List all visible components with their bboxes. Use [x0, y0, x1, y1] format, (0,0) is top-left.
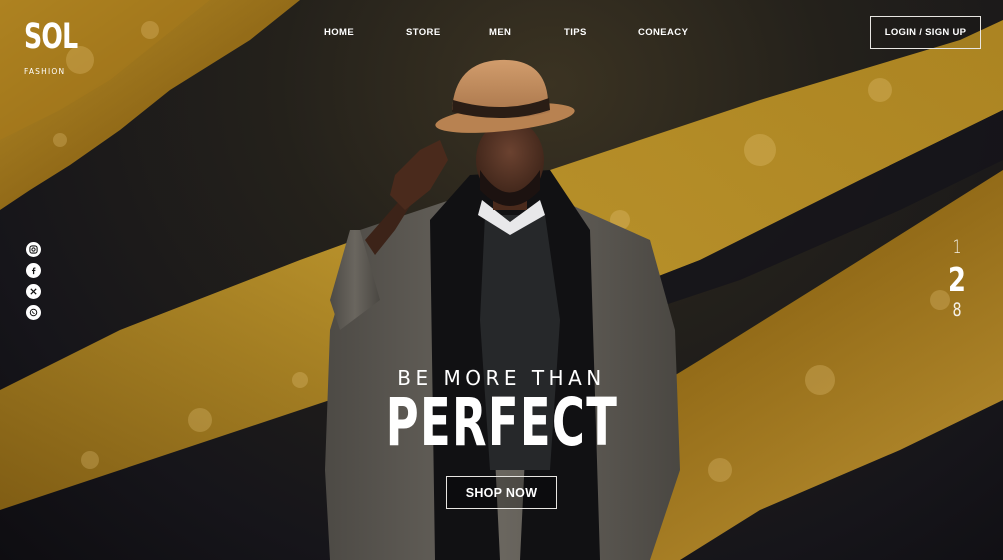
x-icon[interactable]: [26, 284, 41, 299]
nav-store-link[interactable]: STORE: [406, 27, 441, 38]
instagram-icon[interactable]: [26, 242, 41, 257]
facebook-icon[interactable]: [26, 263, 41, 278]
whatsapp-icon[interactable]: [26, 305, 41, 320]
login-signup-button[interactable]: LOGIN / SIGN UP: [870, 16, 981, 49]
slide-page-2-active[interactable]: 2: [947, 263, 967, 296]
brand-tagline: FASHION: [24, 67, 66, 76]
slide-page-1[interactable]: 1: [947, 238, 967, 257]
slide-page-3[interactable]: 8: [947, 301, 967, 320]
hero-section: SOL FASHION HOME STORE MEN TIPS CONEACY …: [0, 0, 1003, 560]
shop-now-button[interactable]: SHOP NOW: [446, 476, 557, 509]
nav-home-link[interactable]: HOME: [324, 27, 354, 38]
hero-headline-text: PERFECT: [385, 384, 618, 461]
main-nav: HOME STORE MEN TIPS CONEACY: [0, 27, 1003, 41]
nav-men-link[interactable]: MEN: [489, 27, 511, 38]
social-links: [26, 242, 42, 326]
nav-tips-link[interactable]: TIPS: [564, 27, 587, 38]
hero-headline: PERFECT: [0, 384, 1003, 461]
slide-pager: 1 2 8: [944, 238, 970, 320]
nav-contact-link[interactable]: CONEACY: [638, 27, 688, 38]
